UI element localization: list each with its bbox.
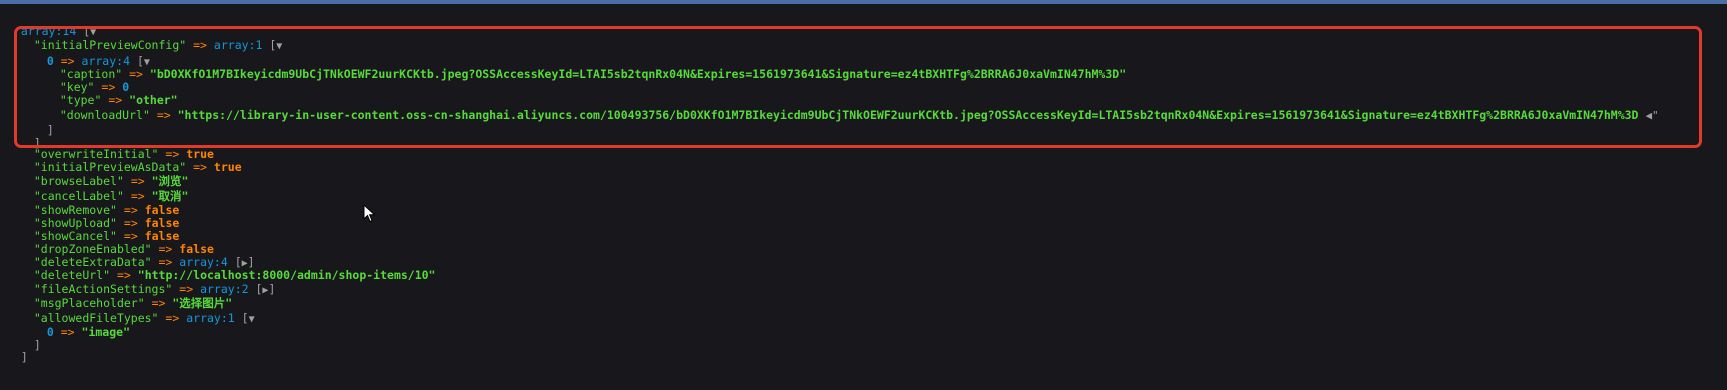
close-bracket: ] <box>33 338 41 352</box>
bool-value: true <box>213 160 242 174</box>
entry-cancelLabel: "cancelLabel" => "取消" <box>20 175 189 203</box>
entry-deleteExtraData: "deleteExtraData" => array:4 [▶] <box>20 241 255 269</box>
collapse-toggle-icon[interactable]: ▼ <box>249 314 255 325</box>
entry-allowedFileTypes: "allowedFileTypes" => array:1 [▼ <box>20 297 255 325</box>
entry-browseLabel: "browseLabel" => "浏览" <box>20 160 189 188</box>
entry-fileActionSettings: "fileActionSettings" => array:2 [▶] <box>20 268 276 296</box>
array-type: array:1 <box>186 311 235 325</box>
entry-showRemove: "showRemove" => false <box>20 189 179 217</box>
entry-showCancel: "showCancel" => false <box>20 215 179 243</box>
index-key: 0 <box>46 325 54 339</box>
entry-allowedFileTypes-0: 0 => "image" <box>33 311 130 339</box>
entry-overwriteInitial: "overwriteInitial" => true <box>20 133 214 161</box>
entry-initialPreviewAsData: "initialPreviewAsData" => true <box>20 146 242 174</box>
entry-deleteUrl: "deleteUrl" => "http://localhost:8000/ad… <box>20 254 436 282</box>
entry-msgPlaceholder: "msgPlaceholder" => "选择图片" <box>20 282 232 310</box>
open-bracket: [ <box>241 311 249 325</box>
close-bracket: ] <box>268 282 276 296</box>
entry-showUpload: "showUpload" => false <box>20 202 179 230</box>
root-close-bracket-line: ] <box>7 336 28 364</box>
arrow: => <box>165 311 180 325</box>
entry-dropZoneEnabled: "dropZoneEnabled" => false <box>20 228 214 256</box>
arrow: => <box>60 325 75 339</box>
mouse-pointer-icon <box>363 204 376 223</box>
highlight-box <box>14 26 1702 148</box>
arrow: => <box>193 160 207 174</box>
window-top-border <box>0 0 1727 4</box>
string-value: "image" <box>81 325 130 339</box>
root-array-line: array:14 [▼ <box>7 10 96 38</box>
root-close-bracket: ] <box>20 350 28 364</box>
